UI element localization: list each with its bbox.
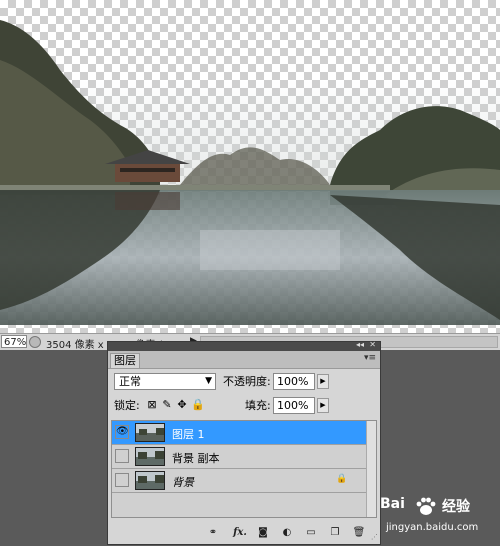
opacity-input[interactable]: 100% [273,373,315,390]
resize-grip-icon[interactable]: ⋰ [371,533,378,541]
layer-name[interactable]: 图层 1 [172,426,205,442]
fill-input[interactable]: 100% [273,397,315,414]
layers-panel: ◂◂ ✕ 图层 ▾≡ 正常 ▼ 不透明度: 100% ▶ 锁定: ⊠ ✎ ✥ 🔒… [107,340,381,545]
layer-thumbnail [135,471,165,490]
lock-transparent-pixels-icon[interactable]: ⊠ [146,399,158,411]
collapse-panel-icon[interactable]: ◂◂ [356,340,364,349]
lock-all-icon[interactable]: 🔒 [191,399,205,411]
layer-row-background-copy[interactable]: 背景 副本 [112,445,368,469]
new-layer-icon[interactable]: ❐ [328,527,342,539]
baidu-jingyan-watermark: Bai 经验 jingyan.baidu.com [380,490,498,542]
lock-position-icon[interactable]: ✥ [176,399,188,411]
fill-slider-button[interactable]: ▶ [317,398,329,413]
close-panel-icon[interactable]: ✕ [369,340,376,349]
panel-menu-icon[interactable]: ▾≡ [364,353,376,363]
layer-row-background[interactable]: 背景 🔒 [112,469,368,493]
layer-row-layer1[interactable]: 👁 图层 1 [112,421,368,445]
navigator-icon[interactable] [29,336,41,348]
visibility-eye-icon[interactable]: 👁 [115,425,129,439]
blend-mode-select[interactable]: 正常 ▼ [114,373,216,390]
lock-image-pixels-icon[interactable]: ✎ [161,399,173,411]
layer-thumbnail [135,423,165,442]
adjustment-layer-icon[interactable]: ◐ [280,527,294,539]
fill-label: 填充: [245,399,271,412]
add-mask-icon[interactable]: ◙ [256,527,270,539]
visibility-toggle-off[interactable] [115,473,129,487]
layer-thumbnail [135,447,165,466]
opacity-label: 不透明度: [223,375,271,388]
lock-fill-row: 锁定: ⊠ ✎ ✥ 🔒 填充: 100% ▶ [114,397,376,415]
new-group-icon[interactable]: ▭ [304,527,318,539]
layers-list: 👁 图层 1 背景 副本 背景 🔒 [111,420,377,518]
tab-layers[interactable]: 图层 [110,353,140,368]
paw-logo-icon [416,497,436,515]
layer-name[interactable]: 背景 副本 [172,450,220,466]
layers-bottom-toolbar: ⚭ fx. ◙ ◐ ▭ ❐ 🗑 ⋰ [108,524,380,542]
panel-tab-row: 图层 ▾≡ [108,351,380,369]
layers-vertical-scrollbar[interactable] [366,421,376,517]
zoom-field[interactable]: 67% [1,335,27,348]
document-canvas[interactable] [0,0,500,333]
link-layers-icon[interactable]: ⚭ [206,527,220,539]
lock-icon: 🔒 [336,474,348,484]
panel-title-strip[interactable]: ◂◂ ✕ [108,340,380,351]
opacity-slider-button[interactable]: ▶ [317,374,329,389]
chevron-down-icon: ▼ [205,376,212,386]
visibility-toggle-off[interactable] [115,449,129,463]
fx-icon[interactable]: fx. [230,527,250,539]
blend-opacity-row: 正常 ▼ 不透明度: 100% ▶ [114,373,376,391]
lake-photo-layer [0,20,500,325]
watermark-url: jingyan.baidu.com [386,522,479,533]
layer-name[interactable]: 背景 [172,474,194,490]
delete-layer-icon[interactable]: 🗑 [352,527,366,539]
watermark-brand-right: 经验 [442,499,470,515]
lock-label: 锁定: [114,399,140,412]
blend-mode-value: 正常 [119,375,141,388]
watermark-brand-left: Bai [380,496,405,512]
